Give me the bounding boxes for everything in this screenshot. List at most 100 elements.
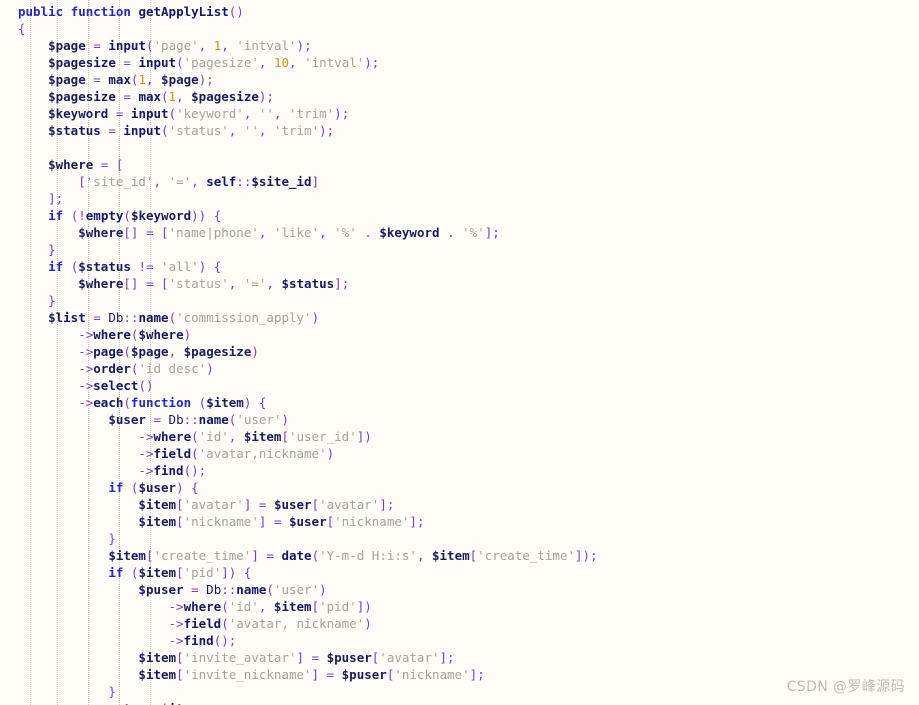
code-line[interactable]: $pagesize = max(1, $pagesize); xyxy=(0,88,598,105)
token-str: 'id desc' xyxy=(138,361,207,376)
code-line[interactable]: ->where('id', $item['pid']) xyxy=(0,598,598,615)
token-var: $item xyxy=(108,548,146,563)
code-line[interactable]: ->field('avatar, nickname') xyxy=(0,615,598,632)
code-line[interactable]: ​ xyxy=(0,139,598,156)
code-line[interactable]: $where[] = ['status', '=', $status]; xyxy=(0,275,598,292)
token-op: ) { xyxy=(243,395,267,410)
token-fn: max xyxy=(138,89,162,104)
token-op: [ xyxy=(311,497,320,512)
code-line[interactable]: $user = Db::name('user') xyxy=(0,411,598,428)
code-line[interactable]: $where[] = ['name|phone', 'like', '%' . … xyxy=(0,224,598,241)
code-line[interactable]: ->field('avatar,nickname') xyxy=(0,445,598,462)
code-line[interactable]: ->where('id', $item['user_id']) xyxy=(0,428,598,445)
code-line[interactable]: $puser = Db::name('user') xyxy=(0,581,598,598)
token-op: ); xyxy=(319,123,335,138)
token-op: = xyxy=(93,38,101,53)
code-line[interactable]: return $item; xyxy=(0,700,598,705)
token-fn: max xyxy=(108,72,131,87)
token-op: -> xyxy=(138,429,154,444)
code-line[interactable]: ->page($page, $pagesize) xyxy=(0,343,598,360)
code-line[interactable]: $page = max(1, $page); xyxy=(0,71,598,88)
code-line[interactable]: ->where($where) xyxy=(0,326,598,343)
code-line[interactable]: $page = input('page', 1, 'intval'); xyxy=(0,37,598,54)
token-fn: input xyxy=(123,123,162,138)
token-var: $pagesize xyxy=(183,344,252,359)
code-line[interactable]: if ($item['pid']) { xyxy=(0,564,598,581)
token-op: = xyxy=(326,667,335,682)
token-op: ]) { xyxy=(221,565,252,580)
token-str: 'trim' xyxy=(289,106,335,121)
code-line[interactable]: } xyxy=(0,241,598,258)
code-line[interactable]: $item['invite_nickname'] = $puser['nickn… xyxy=(0,666,598,683)
token-kw: function xyxy=(130,395,192,410)
code-line[interactable]: $item['nickname'] = $user['nickname']; xyxy=(0,513,598,530)
code-line[interactable]: $status = input('status', '', 'trim'); xyxy=(0,122,598,139)
code-line[interactable]: if ($user) { xyxy=(0,479,598,496)
code-line[interactable]: ['site_id', '=', self::$site_id] xyxy=(0,173,598,190)
code-line[interactable]: ->select() xyxy=(0,377,598,394)
code-line[interactable]: { xyxy=(0,20,598,37)
code-line[interactable]: } xyxy=(0,683,598,700)
code-line[interactable]: ->order('id desc') xyxy=(0,360,598,377)
code-line[interactable]: $keyword = input('keyword', '', 'trim'); xyxy=(0,105,598,122)
code-line[interactable]: public function getApplyList() xyxy=(0,3,598,20)
code-line[interactable]: $pagesize = input('pagesize', 10, 'intva… xyxy=(0,54,598,71)
token-op: , xyxy=(145,72,154,87)
token-var: $site_id xyxy=(251,174,312,189)
token-str: 'nickname' xyxy=(334,514,410,529)
token-op: ] xyxy=(311,667,320,682)
code-line[interactable]: ->find(); xyxy=(0,462,598,479)
token-var: $user xyxy=(138,480,177,495)
token-kw: function xyxy=(70,4,131,19)
code-line[interactable]: $where = [ xyxy=(0,156,598,173)
token-str: 'site_id' xyxy=(85,174,154,189)
code-content[interactable]: public function getApplyList(){ $page = … xyxy=(0,0,598,705)
code-line[interactable]: } xyxy=(0,530,598,547)
token-str: 'pid' xyxy=(183,565,222,580)
token-var: $where xyxy=(138,327,184,342)
token-op: :: xyxy=(221,582,237,597)
code-line[interactable]: $item['invite_avatar'] = $puser['avatar'… xyxy=(0,649,598,666)
token-op: ); xyxy=(334,106,350,121)
code-line[interactable]: $list = Db::name('commission_apply') xyxy=(0,309,598,326)
code-line[interactable]: ]; xyxy=(0,190,598,207)
token-fn: getApplyList xyxy=(138,4,229,19)
token-op: ]; xyxy=(379,497,395,512)
token-str: 'status' xyxy=(168,123,229,138)
code-line[interactable]: $item['create_time'] = date('Y-m-d H:i:s… xyxy=(0,547,597,564)
code-line[interactable]: ->find(); xyxy=(0,632,598,649)
token-op: [ xyxy=(176,514,184,529)
code-line[interactable]: if ($status != 'all') { xyxy=(0,258,598,275)
code-line[interactable]: } xyxy=(0,292,598,309)
token-str: 'name|phone' xyxy=(168,225,259,240)
code-line[interactable]: $item['avatar'] = $user['avatar']; xyxy=(0,496,598,513)
code-editor[interactable]: public function getApplyList(){ $page = … xyxy=(0,0,919,705)
token-str: 'page' xyxy=(153,38,199,53)
token-op: ); xyxy=(258,89,274,104)
token-op: = xyxy=(123,89,131,104)
token-op: ] xyxy=(251,548,259,563)
code-line[interactable]: if (!empty($keyword)) { xyxy=(0,207,598,224)
code-line[interactable]: ->each(function ($item) { xyxy=(0,394,598,411)
token-var: $item xyxy=(138,650,177,665)
token-op: ( xyxy=(176,55,184,70)
